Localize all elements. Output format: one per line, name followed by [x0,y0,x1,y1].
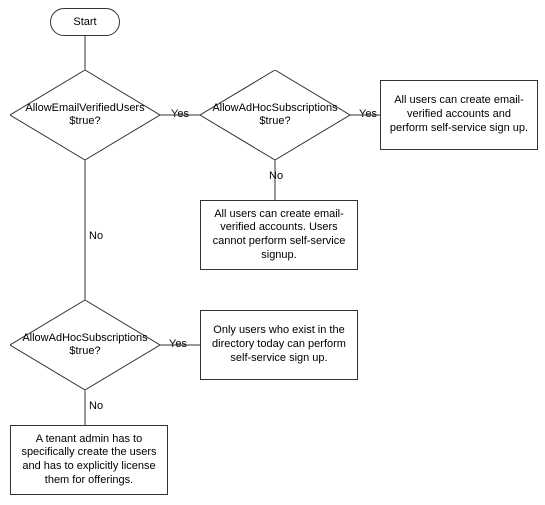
outcome-box-admin-create: A tenant admin has to specifically creat… [10,425,168,495]
edge-d3-box4 [84,390,86,425]
edge-label-yes-3: Yes [168,338,188,350]
decision-3-label: AllowAdHocSubscriptions $true? [10,300,160,390]
start-node: Start [50,8,120,36]
edge-label-no-2: No [88,230,104,242]
decision-allow-adhoc-1: AllowAdHocSubscriptions $true? [200,70,350,160]
edge-label-no-3: No [88,400,104,412]
edge-label-yes-1: Yes [170,108,190,120]
outcome-box-existing-users: Only users who exist in the directory to… [200,310,358,380]
outcome-box-all-users-selfservice: All users can create email-verified acco… [380,80,538,150]
decision-1-label: AllowEmailVerifiedUsers $true? [10,70,160,160]
outcome-box-no-selfservice: All users can create email-verified acco… [200,200,358,270]
edge-label-no-1: No [268,170,284,182]
decision-allow-adhoc-2: AllowAdHocSubscriptions $true? [10,300,160,390]
edge-label-yes-2: Yes [358,108,378,120]
decision-2-label: AllowAdHocSubscriptions $true? [200,70,350,160]
edge-d1-d3 [84,160,86,300]
decision-allow-email-verified: AllowEmailVerifiedUsers $true? [10,70,160,160]
edge-start-d1 [84,36,86,70]
